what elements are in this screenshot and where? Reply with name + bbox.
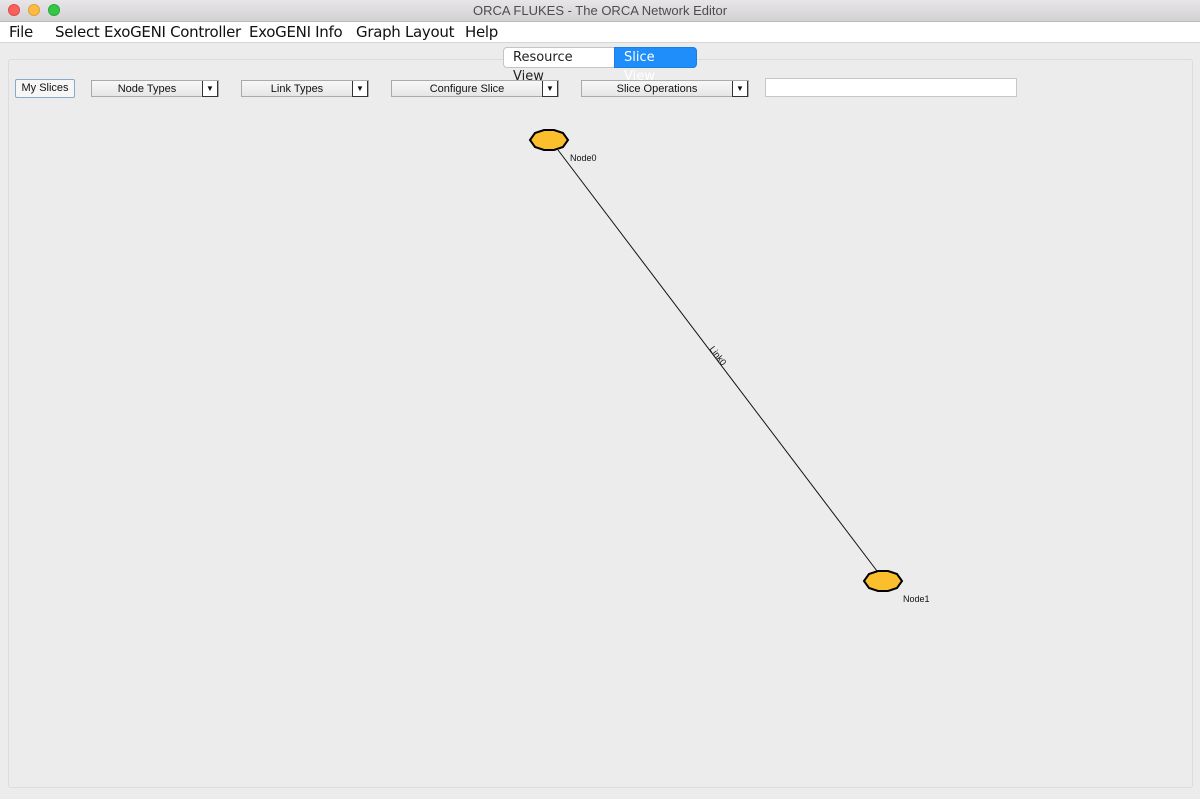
- node-label: Node1: [903, 594, 930, 604]
- node-label: Node0: [570, 153, 597, 163]
- node-diamond-icon[interactable]: [528, 129, 570, 151]
- network-graph-canvas[interactable]: Link0 Node0 Node1: [0, 0, 1200, 799]
- link-label: Link0: [707, 344, 728, 367]
- node-diamond-icon[interactable]: [862, 570, 904, 592]
